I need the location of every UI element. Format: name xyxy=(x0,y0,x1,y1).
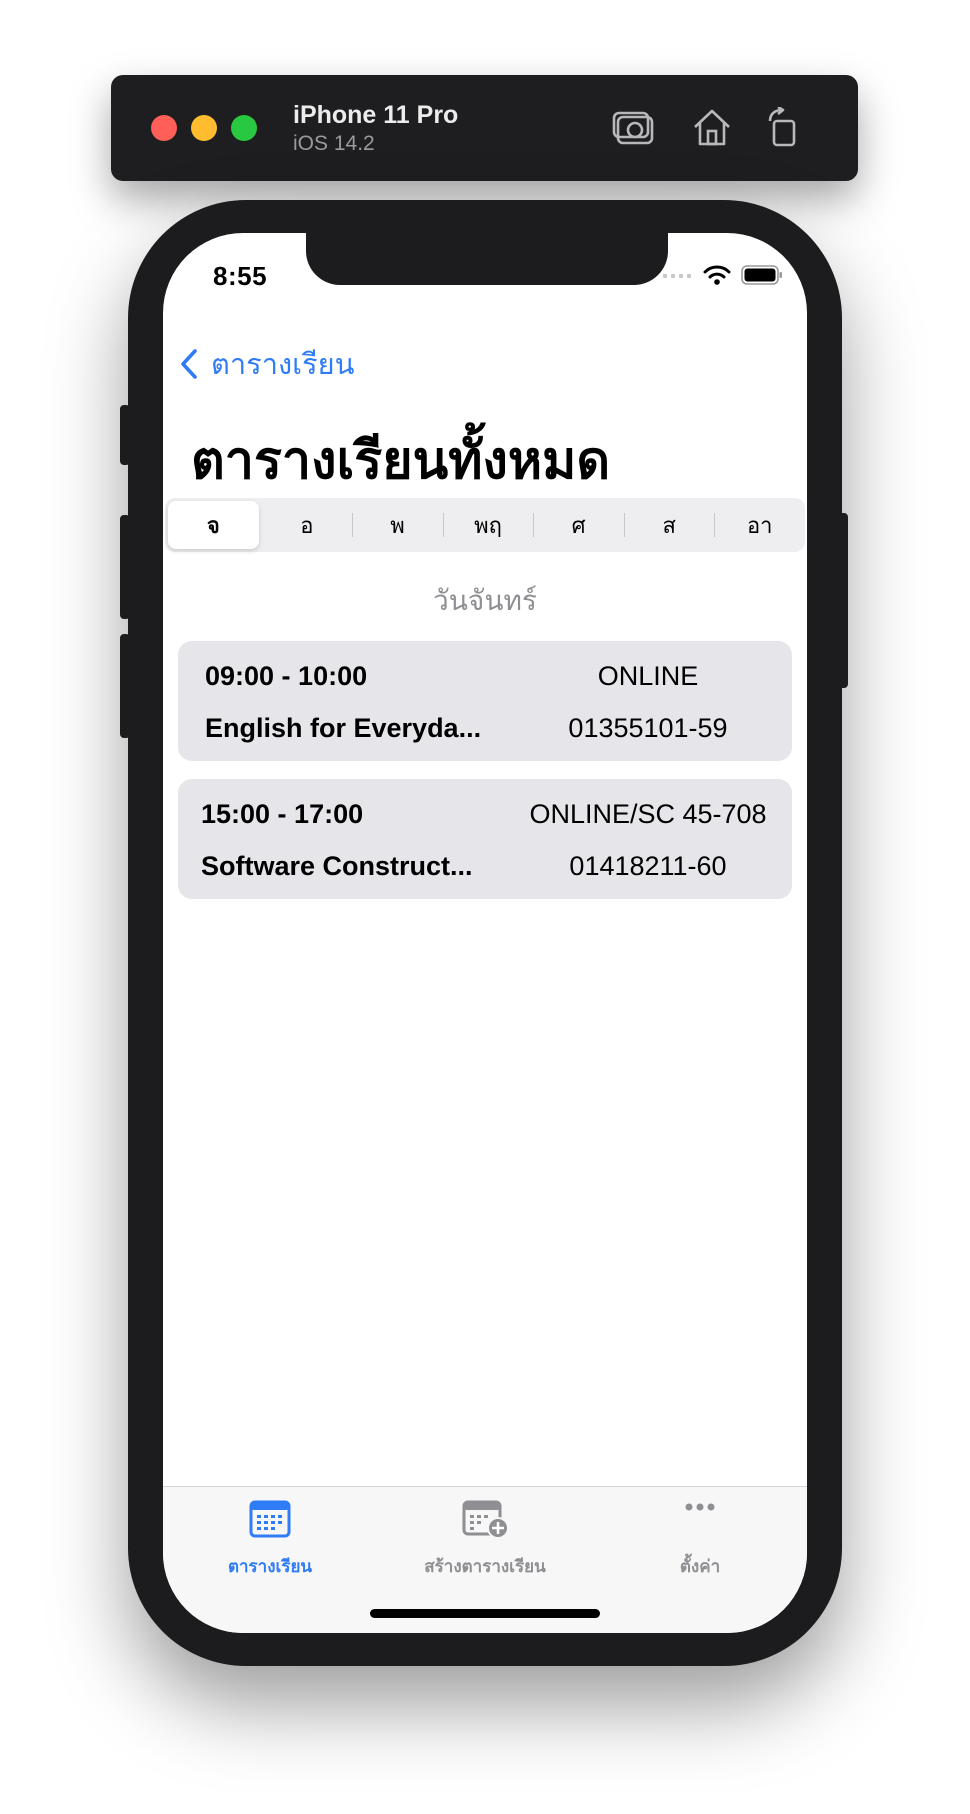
wifi-icon xyxy=(703,265,731,285)
back-button[interactable]: ตารางเรียน xyxy=(177,341,354,387)
course-code: 01355101-59 xyxy=(568,713,728,743)
screenshot-button[interactable] xyxy=(612,107,656,147)
rotate-icon xyxy=(768,105,796,147)
course-name: English for Everyda... xyxy=(205,713,482,743)
course-code: 01418211-60 xyxy=(569,851,727,881)
more-icon xyxy=(685,1503,715,1511)
course-room: ONLINE/SC 45-708 xyxy=(529,799,767,829)
tab-schedule[interactable]: ตารางเรียน xyxy=(163,1487,377,1597)
course-time: 09:00 - 10:00 xyxy=(205,661,368,691)
segment-monday[interactable]: จ xyxy=(168,501,259,549)
simulator-title-bar xyxy=(111,75,858,181)
page-title: ตารางเรียนทั้งหมด xyxy=(191,432,611,490)
home-icon xyxy=(694,109,730,146)
segment-wednesday[interactable]: พ xyxy=(352,501,443,549)
segment-friday[interactable]: ศ xyxy=(533,501,624,549)
tab-settings[interactable]: ตั้งค่า xyxy=(593,1487,807,1597)
course-time: 15:00 - 17:00 xyxy=(201,799,364,829)
segment-sunday[interactable]: อา xyxy=(714,501,805,549)
cellular-signal-icon xyxy=(663,274,691,278)
tab-create-schedule[interactable]: สร้างตารางเรียน xyxy=(378,1487,592,1597)
battery-icon xyxy=(741,265,782,285)
day-segmented-control: จ อ พ พฤ ศ ส อา xyxy=(165,498,805,552)
course-name: Software Construct... xyxy=(201,851,473,881)
course-card[interactable]: 09:00 - 10:00 ONLINE English for Everyda… xyxy=(178,641,792,761)
rotate-button[interactable] xyxy=(762,105,806,147)
home-button[interactable] xyxy=(690,107,734,147)
simulator-device-name: iPhone 11 Pro xyxy=(293,101,459,129)
notch xyxy=(306,233,668,285)
status-time: 8:55 xyxy=(213,261,268,291)
minimize-window-button[interactable] xyxy=(191,115,217,141)
phone-screen: 8:55 ตารางเรียน ตารางเรียนทั้งหมด จ อ พ … xyxy=(163,233,807,1633)
calendar-add-icon xyxy=(462,1500,509,1539)
silent-switch xyxy=(120,405,130,465)
power-button xyxy=(838,513,848,688)
volume-up-button xyxy=(120,515,130,619)
day-heading: วันจันทร์ xyxy=(433,585,537,616)
calendar-icon xyxy=(249,1500,291,1538)
tab-settings-label: ตั้งค่า xyxy=(679,1557,721,1576)
status-icons xyxy=(663,263,783,287)
course-room: ONLINE xyxy=(597,661,699,691)
chevron-left-icon xyxy=(181,349,197,379)
segment-tuesday[interactable]: อ xyxy=(262,501,353,549)
simulator-os-version: iOS 14.2 xyxy=(293,132,375,155)
tab-create-schedule-label: สร้างตารางเรียน xyxy=(424,1557,546,1576)
zoom-window-button[interactable] xyxy=(231,115,257,141)
screenshot-icon xyxy=(612,111,654,145)
tab-schedule-label: ตารางเรียน xyxy=(227,1557,313,1576)
segment-saturday[interactable]: ส xyxy=(623,501,715,549)
close-window-button[interactable] xyxy=(151,115,177,141)
course-card[interactable]: 15:00 - 17:00 ONLINE/SC 45-708 Software … xyxy=(178,779,792,899)
back-button-label: ตารางเรียน xyxy=(211,349,355,381)
segment-thursday[interactable]: พฤ xyxy=(442,501,534,549)
home-indicator xyxy=(370,1609,600,1618)
volume-down-button xyxy=(120,634,130,738)
